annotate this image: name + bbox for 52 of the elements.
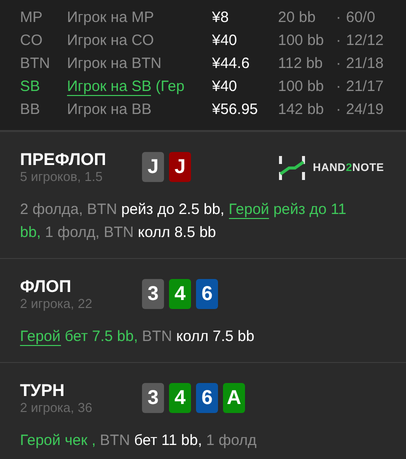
player-stats: 60/0 [346, 9, 376, 26]
stack-bb: 100 bb [278, 78, 325, 95]
street-subtitle: 2 игрока, 22 [20, 296, 94, 311]
playing-card: 3 [142, 279, 164, 309]
position-label: BB [20, 101, 42, 118]
player-stats: 24/19 [346, 101, 384, 118]
action-summary: Герой чек , BTN бет 11 bb, 1 фолд [20, 431, 258, 451]
stack-amount: ¥40 [212, 32, 238, 49]
separator-dot: · [336, 32, 342, 49]
stack-bb: 100 bb [278, 32, 325, 49]
separator-dot: · [336, 55, 342, 72]
player-stats: 12/12 [346, 32, 384, 49]
player-name[interactable]: Игрок на SB (Гер [67, 78, 212, 95]
player-stats: 21/17 [346, 78, 384, 95]
player-name: Игрок на CO [67, 32, 155, 49]
stack-bb: 112 bb [278, 55, 324, 72]
separator-dot: · [336, 78, 342, 95]
street-title: ПРЕФЛОП [20, 150, 108, 169]
player-name: Игрок на MP [67, 9, 155, 26]
stack-amount: ¥44.6 [212, 55, 251, 72]
position-label: CO [20, 32, 44, 49]
stack-amount: ¥8 [212, 9, 230, 26]
stack-bb: 142 bb [278, 101, 325, 118]
position-label: BTN [20, 55, 51, 72]
playing-card: 4 [169, 279, 191, 309]
playing-card: A [223, 383, 245, 413]
position-label: MP [20, 9, 44, 26]
player-name: Игрок на BTN [67, 55, 162, 72]
hero-link[interactable]: Герой [20, 328, 61, 346]
street-title: ТУРН [20, 381, 66, 400]
separator-dot: · [336, 101, 342, 118]
street-title: ФЛОП [20, 277, 72, 296]
playing-card: J [169, 152, 191, 182]
action-summary: 2 фолда, BTN рейз до 2.5 bb, Герой рейз до 11 bb, 1 фолд, BTN колл 8.5 bb [20, 200, 348, 243]
separator-dot: · [336, 9, 342, 26]
player-name: Игрок на BB [67, 101, 152, 118]
logo-text: HAND2NOTE [312, 162, 384, 174]
street-subtitle: 5 игроков, 1.5 [20, 169, 104, 184]
action-summary: Герой бет 7.5 bb, BTN колл 7.5 bb [20, 327, 256, 348]
stack-amount: ¥40 [212, 78, 238, 95]
playing-card: 3 [142, 383, 164, 413]
playing-card: 4 [169, 383, 191, 413]
playing-card: 6 [196, 279, 218, 309]
playing-card: J [142, 152, 164, 182]
stack-amount: ¥56.95 [212, 101, 259, 118]
stack-bb: 20 bb [278, 9, 317, 26]
player-stats: 21/18 [346, 55, 384, 72]
position-label: SB [20, 78, 42, 95]
playing-card: 6 [196, 383, 218, 413]
street-subtitle: 2 игрока, 36 [20, 400, 94, 415]
logo-icon [278, 156, 305, 180]
hero-link[interactable]: Герой [228, 201, 270, 219]
